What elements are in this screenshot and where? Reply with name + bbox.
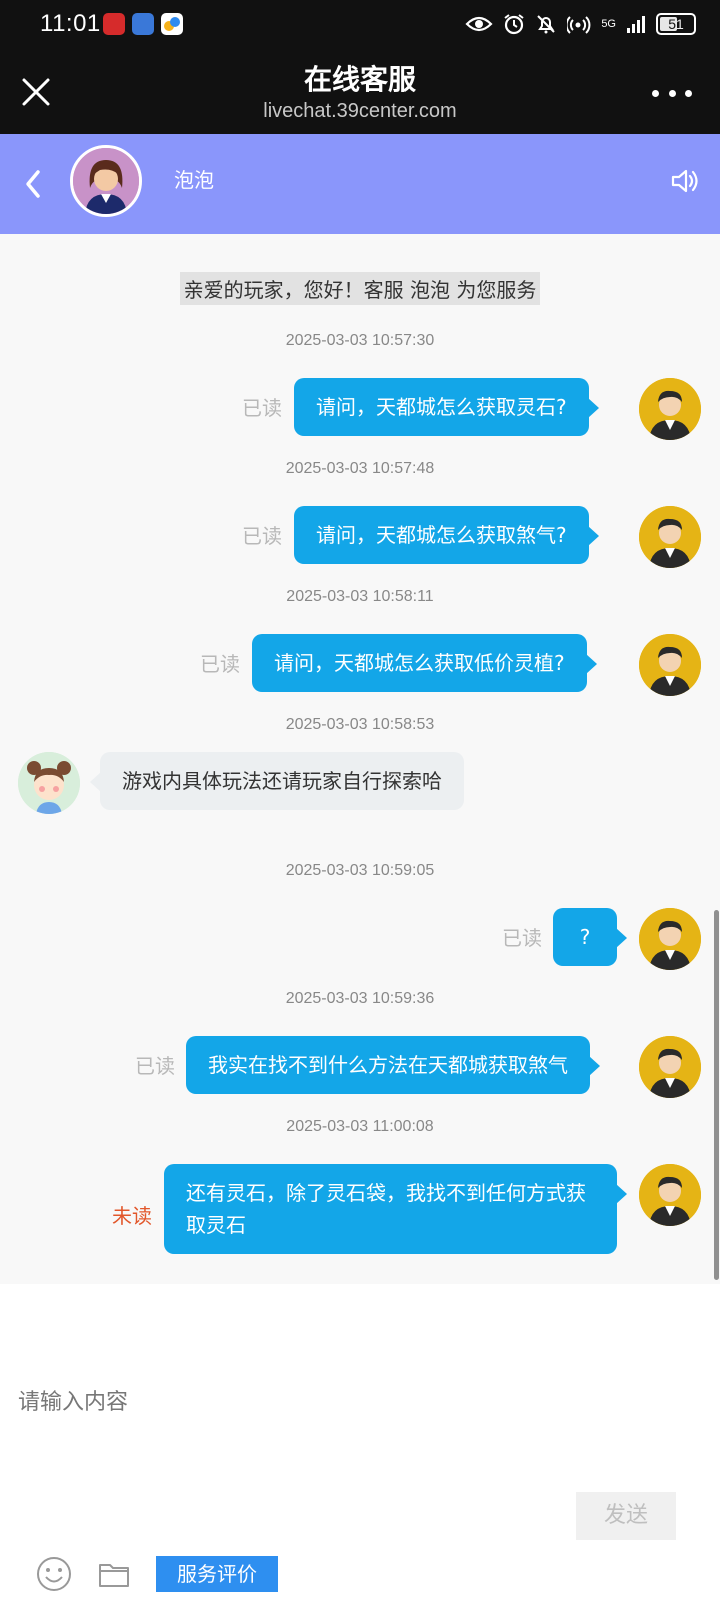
app-notification-icon [132,13,154,35]
app-notification-icon [103,13,125,35]
page-title: 在线客服 [303,63,416,96]
agent-avatar [70,145,142,217]
message-timestamp: 2025-03-03 11:00:08 [286,1118,434,1135]
read-status: 已读 [135,1054,175,1078]
app-notification-icon [161,13,183,35]
status-time: 11:01 [40,10,101,37]
message-timestamp: 2025-03-03 10:58:53 [285,716,435,733]
read-status: 未读 [112,1204,152,1228]
eye-icon [465,16,493,32]
battery-level: 51 [668,16,684,32]
signal-icon [627,16,645,33]
read-status: 已读 [200,652,240,676]
message-timestamp: 2025-03-03 10:57:30 [285,332,435,349]
back-icon[interactable] [22,166,44,202]
user-avatar [639,634,701,696]
user-message-bubble[interactable]: 我实在找不到什么方法在天都城获取煞气 [186,1036,600,1094]
emoji-icon[interactable] [36,1556,72,1592]
user-avatar [639,506,701,568]
browser-header: 在线客服 livechat.39center.com [0,48,720,134]
agent-name: 泡泡 [174,168,214,192]
user-avatar [639,908,701,970]
status-icons: 5G 51 [465,12,696,36]
speaker-icon[interactable] [670,166,700,196]
service-rating-button[interactable]: 服务评价 [156,1556,278,1592]
chat-header: 泡泡 [0,134,720,234]
agent-message-avatar [18,752,80,814]
hotspot-icon [567,16,591,34]
user-message-bubble[interactable]: 请问，天都城怎么获取煞气? [294,506,599,564]
read-status: 已读 [242,396,282,420]
folder-icon[interactable] [98,1560,130,1588]
user-message-bubble[interactable]: 还有灵石，除了灵石袋，我找不到任何方式获取灵石 [164,1164,627,1254]
read-status: 已读 [502,926,542,950]
mute-icon [537,15,556,34]
welcome-notice: 亲爱的玩家，您好！客服 泡泡 为您服务 [0,272,720,305]
chat-scrollbar[interactable] [714,910,719,1280]
user-message-bubble[interactable]: 请问，天都城怎么获取灵石? [294,378,599,436]
user-avatar [639,1036,701,1098]
alarm-icon [504,14,524,35]
message-timestamp: 2025-03-03 10:57:48 [285,460,435,477]
page-url: livechat.39center.com [263,100,457,122]
user-avatar [639,1164,701,1226]
status-bar: 11:01 5G 51 [0,0,720,48]
chat-message-list[interactable]: 亲爱的玩家，您好！客服 泡泡 为您服务 2025-03-03 10:57:30 … [0,234,720,1284]
input-toolbar: 服务评价 [0,1540,720,1600]
network-type-label: 5G [601,18,616,30]
read-status: 已读 [242,524,282,548]
user-message-bubble[interactable]: 请问，天都城怎么获取低价灵植? [252,634,597,692]
agent-message-bubble[interactable]: 游戏内具体玩法还请玩家自行探索哈 [90,752,464,810]
message-timestamp: 2025-03-03 10:58:11 [286,588,434,605]
message-input[interactable]: 请输入内容 [18,1384,128,1416]
user-avatar [639,378,701,440]
more-icon[interactable] [652,88,692,98]
battery-icon: 51 [656,13,696,35]
message-timestamp: 2025-03-03 10:59:05 [285,862,435,879]
welcome-text: 亲爱的玩家，您好！客服 泡泡 为您服务 [179,272,541,305]
send-button[interactable]: 发送 [576,1492,676,1540]
user-message-bubble[interactable]: ? [553,908,627,966]
message-timestamp: 2025-03-03 10:59:36 [285,990,435,1007]
